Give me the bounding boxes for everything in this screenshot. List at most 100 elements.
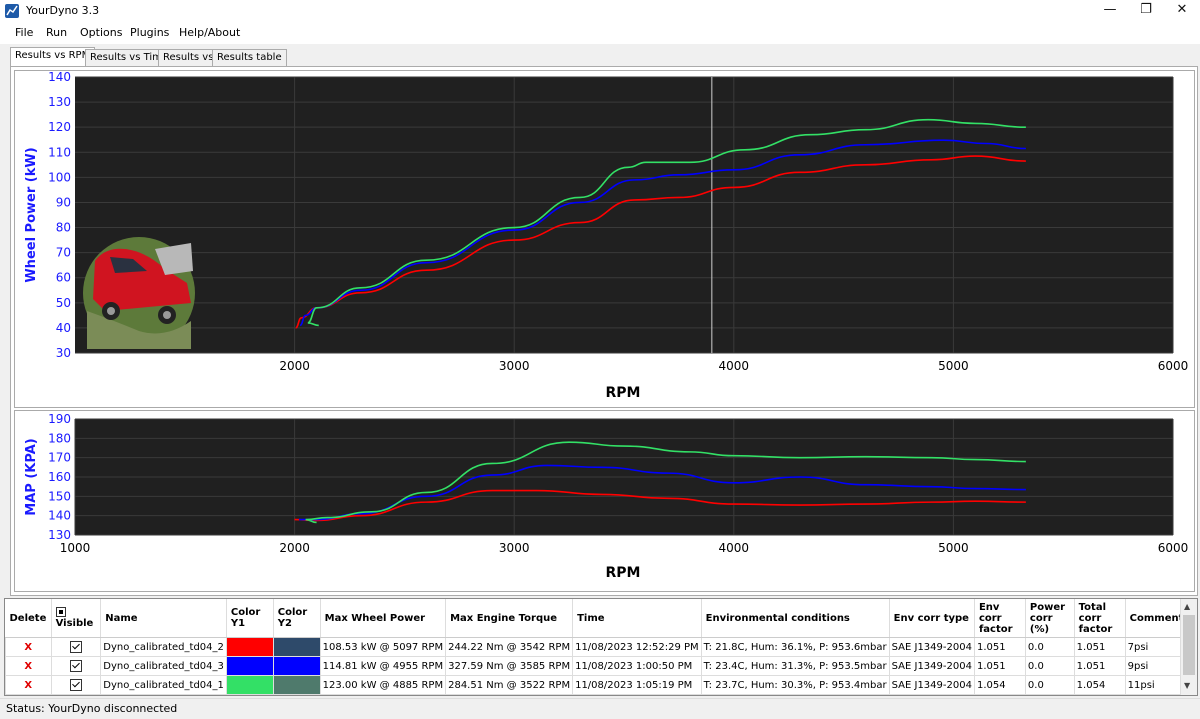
x-tick-label: 2000 [279, 359, 310, 373]
color-y1-swatch[interactable] [225, 675, 274, 695]
delete-button[interactable]: X [5, 637, 52, 657]
visible-checkbox[interactable] [69, 641, 82, 653]
tab-results-table[interactable]: Results table [212, 49, 287, 66]
x-tick-label: 2000 [279, 541, 310, 555]
scroll-thumb[interactable] [1183, 615, 1195, 675]
x-tick-label: 4000 [719, 359, 750, 373]
env-conditions: T: 23.7C, Hum: 30.3%, P: 953.4mbar [700, 675, 890, 695]
y-tick-label: 130 [48, 95, 71, 109]
col-color-y2[interactable]: Color Y2 [273, 599, 321, 638]
color-y2-swatch[interactable] [272, 656, 321, 676]
y-tick-label: 110 [48, 145, 71, 159]
status-text: Status: YourDyno disconnected [6, 702, 178, 715]
visible-checkbox[interactable] [69, 660, 82, 672]
color-y1-swatch[interactable] [225, 656, 274, 676]
map-chart-x-ticks: 1000 2000 3000 4000 5000 6000 [60, 541, 1189, 555]
menu-run[interactable]: Run [46, 26, 67, 39]
y-tick-label: 100 [48, 170, 71, 184]
col-visible[interactable]: Visible [51, 599, 102, 638]
col-max-engine-torque[interactable]: Max Engine Torque [445, 599, 574, 638]
y-tick-label: 180 [48, 431, 71, 445]
table-scrollbar[interactable]: ▲ ▼ [1180, 599, 1197, 695]
restore-button[interactable]: ❐ [1128, 0, 1164, 22]
color-y2-swatch[interactable] [272, 675, 321, 695]
max-wheel-power: 123.00 kW @ 4885 RPM [319, 675, 447, 695]
col-delete[interactable]: Delete [5, 599, 52, 638]
run-time: 11/08/2023 1:05:19 PM [572, 675, 702, 695]
power-chart-panel: 30 40 50 60 70 80 90 100 110 120 130 140 2000 3000 40… [14, 70, 1195, 408]
power-corr[interactable]: 0.0 [1024, 656, 1075, 676]
menu-file[interactable]: File [15, 26, 33, 39]
color-y1-swatch[interactable] [225, 637, 274, 657]
y-tick-label: 30 [56, 346, 71, 360]
tab-content: 30 40 50 60 70 80 90 100 110 120 130 140 2000 3000 40… [10, 66, 1198, 596]
menu-options[interactable]: Options [80, 26, 122, 39]
visible-cell[interactable] [50, 675, 102, 695]
total-corr-factor: 1.054 [1073, 675, 1126, 695]
y-tick-label: 120 [48, 120, 71, 134]
delete-button[interactable]: X [5, 675, 52, 695]
close-button[interactable]: ✕ [1164, 0, 1200, 22]
total-corr-factor: 1.051 [1073, 637, 1126, 657]
col-total-corr-factor[interactable]: Total corr factor [1074, 599, 1126, 638]
power-corr[interactable]: 0.0 [1024, 637, 1075, 657]
y-tick-label: 170 [48, 451, 71, 465]
table-row[interactable]: X Dyno_calibrated_td04_1 123.00 kW @ 488… [5, 675, 1197, 695]
col-time[interactable]: Time [572, 599, 702, 638]
power-chart-x-ticks: 2000 3000 4000 5000 6000 [279, 359, 1188, 373]
title-bar: YourDyno 3.3 — ❐ ✕ [0, 0, 1200, 22]
max-wheel-power: 108.53 kW @ 5097 RPM [319, 637, 447, 657]
env-corr-type[interactable]: SAE J1349-2004 [888, 656, 975, 676]
scroll-up-icon[interactable]: ▲ [1184, 602, 1190, 611]
col-visible-label: Visible [55, 618, 94, 629]
col-env-conditions[interactable]: Environmental conditions [701, 599, 890, 638]
window-title: YourDyno 3.3 [26, 4, 100, 17]
tab-results-vs-rpm[interactable]: Results vs RPM [10, 47, 96, 67]
col-color-y1[interactable]: Color Y1 [226, 599, 274, 638]
y-tick-label: 70 [56, 246, 71, 260]
y-tick-label: 160 [48, 470, 71, 484]
x-tick-label: 5000 [938, 541, 969, 555]
x-tick-label: 5000 [938, 359, 969, 373]
table-header-row: Delete Visible Name Color Y1 Color Y2 Ma… [5, 599, 1197, 638]
run-name[interactable]: Dyno_calibrated_td04_2 [100, 637, 227, 657]
minimize-button[interactable]: — [1092, 0, 1128, 22]
visible-cell[interactable] [50, 656, 102, 676]
col-env-corr-type[interactable]: Env corr type [889, 599, 975, 638]
visible-checkbox[interactable] [69, 679, 82, 691]
tab-results-vs[interactable]: Results vs [158, 49, 219, 66]
map-chart-y-ticks: 130 140 150 160 170 180 190 [48, 412, 71, 542]
max-engine-torque: 327.59 Nm @ 3585 RPM [445, 656, 574, 676]
power-chart-y-ticks: 30 40 50 60 70 80 90 100 110 120 130 140 [48, 70, 71, 360]
map-chart-x-label: RPM [606, 565, 641, 581]
menu-plugins[interactable]: Plugins [130, 26, 169, 39]
col-name[interactable]: Name [100, 599, 227, 638]
y-tick-label: 80 [56, 221, 71, 235]
car-photo [83, 237, 195, 349]
results-grid: Delete Visible Name Color Y1 Color Y2 Ma… [4, 598, 1198, 696]
y-tick-label: 130 [48, 528, 71, 542]
run-name[interactable]: Dyno_calibrated_td04_3 [100, 656, 227, 676]
menu-help[interactable]: Help/About [179, 26, 240, 39]
col-power-corr[interactable]: Power corr (%) [1025, 599, 1075, 638]
env-corr-type[interactable]: SAE J1349-2004 [888, 637, 975, 657]
power-corr[interactable]: 0.0 [1024, 675, 1075, 695]
table-row[interactable]: X Dyno_calibrated_td04_2 108.53 kW @ 509… [5, 637, 1197, 657]
delete-button[interactable]: X [5, 656, 52, 676]
visible-cell[interactable] [50, 637, 102, 657]
visible-all-checkbox[interactable] [55, 607, 66, 617]
power-chart[interactable]: 30 40 50 60 70 80 90 100 110 120 130 140 2000 3000 40… [15, 70, 1194, 407]
x-tick-label: 6000 [1158, 359, 1189, 373]
y-tick-label: 50 [56, 296, 71, 310]
color-y2-swatch[interactable] [272, 637, 321, 657]
col-env-corr-factor[interactable]: Env corr factor [974, 599, 1026, 638]
scroll-down-icon[interactable]: ▼ [1184, 681, 1190, 690]
run-name[interactable]: Dyno_calibrated_td04_1 [100, 675, 227, 695]
x-tick-label: 6000 [1158, 541, 1189, 555]
env-corr-type[interactable]: SAE J1349-2004 [888, 675, 975, 695]
map-chart-panel: 130 140 150 160 170 180 190 1000 2000 3000 4000 50… [14, 410, 1195, 592]
map-chart[interactable]: 130 140 150 160 170 180 190 1000 2000 3000 4000 50… [15, 411, 1194, 591]
table-row[interactable]: X Dyno_calibrated_td04_3 114.81 kW @ 495… [5, 656, 1197, 676]
col-max-wheel-power[interactable]: Max Wheel Power [320, 599, 447, 638]
y-tick-label: 90 [56, 195, 71, 209]
